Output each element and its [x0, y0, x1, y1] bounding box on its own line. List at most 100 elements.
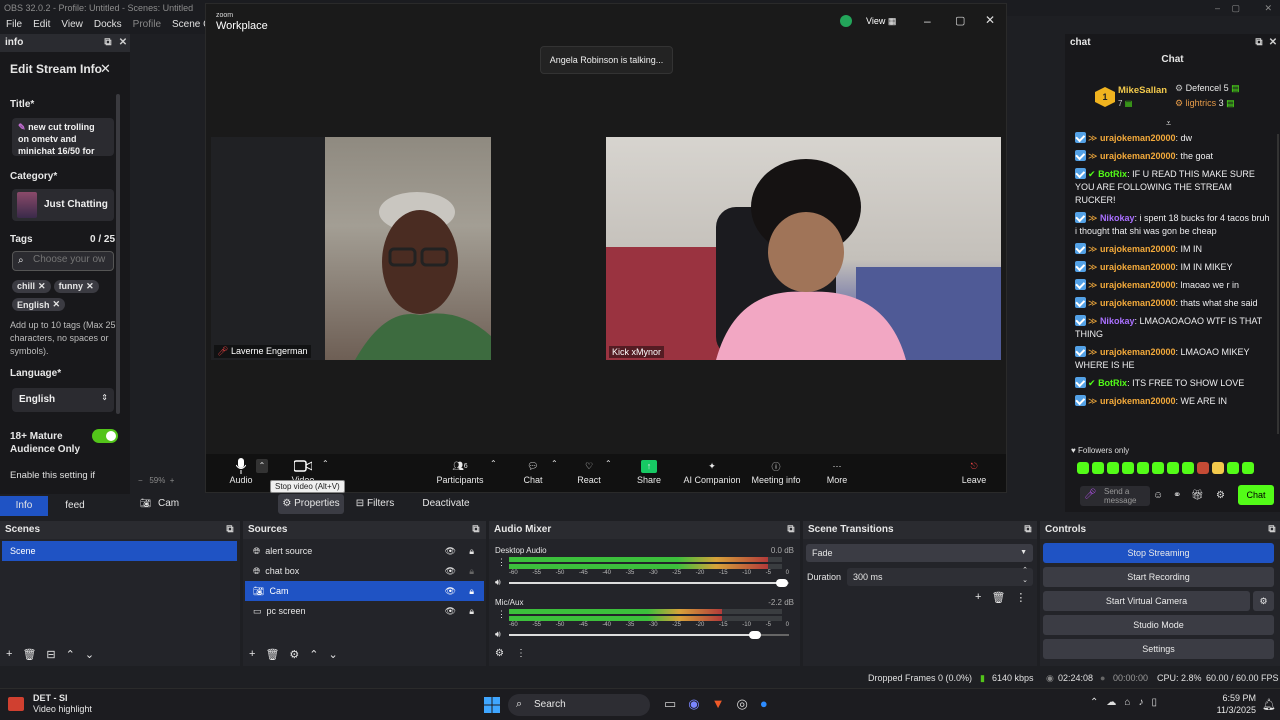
gear-icon[interactable]: ⚙	[1216, 490, 1225, 501]
meeting-info-button[interactable]: ⓘ Meeting info	[741, 457, 811, 486]
clock-time[interactable]: 6:59 PM	[1206, 693, 1256, 703]
chat-username[interactable]: urajokeman20000	[1100, 347, 1176, 357]
maximize-icon[interactable]: ▢	[1231, 0, 1240, 16]
emote-icon[interactable]	[1077, 462, 1089, 474]
lock-icon[interactable]: 🔒︎	[469, 581, 474, 601]
menu-icon[interactable]: ⋮	[497, 557, 506, 568]
menu-docks[interactable]: Docks	[94, 16, 122, 34]
emote-icon[interactable]	[1137, 462, 1149, 474]
leader-item[interactable]: ⚙ lightrics 3 ▤	[1175, 98, 1235, 109]
video-tile[interactable]: 🎤︎ Laverne Engerman	[211, 137, 491, 360]
title-field[interactable]: ✎ new cut trolling on ometv and minichat…	[12, 118, 114, 156]
brave-icon[interactable]: ▼	[712, 696, 725, 712]
chat-username[interactable]: Nikokay	[1100, 213, 1135, 223]
add-icon[interactable]: +	[6, 648, 12, 661]
tab-info[interactable]: Info	[0, 496, 48, 516]
transition-select[interactable]: Fade ▼	[806, 544, 1033, 562]
lock-icon[interactable]: 🔒︎	[469, 601, 474, 621]
windows-start-icon[interactable]	[484, 697, 500, 713]
chevron-up-icon[interactable]: ⌃	[490, 459, 497, 468]
source-item[interactable]: 🌐︎ chat box 👁︎ 🔒︎	[245, 561, 484, 581]
emote-icon[interactable]	[1167, 462, 1179, 474]
source-item[interactable]: 📷︎ Cam 👁︎ 🔒︎	[245, 581, 484, 601]
menu-file[interactable]: File	[6, 16, 22, 34]
view-button[interactable]: View ▦	[866, 16, 896, 27]
trash-icon[interactable]: 🗑︎	[265, 648, 279, 661]
tab-feed[interactable]: feed	[50, 496, 100, 516]
filters-button[interactable]: ⊟ Filters	[352, 494, 398, 514]
bell-icon[interactable]: 🔔︎	[1262, 698, 1276, 711]
lock-icon[interactable]: 🔒︎	[469, 541, 474, 561]
share-button[interactable]: ↑ Share	[614, 457, 684, 485]
undock-icon[interactable]: ⧉	[470, 524, 482, 536]
eye-icon[interactable]: 👁︎	[445, 581, 456, 601]
cloud-icon[interactable]: ☁	[1106, 697, 1116, 708]
close-icon[interactable]: ✕	[86, 281, 94, 292]
undock-icon[interactable]: ⧉	[785, 524, 797, 536]
battery-icon[interactable]: ▯	[1151, 697, 1157, 708]
more-button[interactable]: ⋯ More	[802, 457, 872, 486]
emote-icon[interactable]	[1242, 462, 1254, 474]
settings-button[interactable]: Settings	[1043, 639, 1274, 659]
file-explorer-icon[interactable]: ▭	[664, 696, 676, 712]
chat-username[interactable]: BotRix	[1098, 169, 1127, 179]
tag-chip[interactable]: English ✕	[12, 298, 66, 311]
lock-icon[interactable]: 🔒︎	[469, 561, 474, 581]
leader-name[interactable]: MikeSallan	[1118, 85, 1167, 96]
tags-search[interactable]: ⌕	[12, 251, 114, 271]
emote-icon[interactable]	[1092, 462, 1104, 474]
add-icon[interactable]: +	[249, 648, 255, 661]
trash-icon[interactable]: 🗑︎	[22, 648, 36, 661]
chat-username[interactable]: urajokeman20000	[1100, 298, 1176, 308]
start-recording-button[interactable]: Start Recording	[1043, 567, 1274, 587]
eye-icon[interactable]: 👁︎	[445, 601, 456, 621]
video-tile[interactable]: Kick xMynor	[606, 137, 1001, 360]
category-field[interactable]: Just Chatting	[12, 189, 114, 221]
gear-icon[interactable]: ⚙	[495, 648, 504, 659]
speaker-icon[interactable]: 🔊︎	[495, 577, 501, 588]
volume-handle[interactable]	[776, 579, 788, 587]
emote-icon[interactable]	[1122, 462, 1134, 474]
trash-icon[interactable]: 🗑︎	[991, 591, 1005, 604]
eye-icon[interactable]: 👁︎	[445, 541, 456, 561]
chat-username[interactable]: urajokeman20000	[1100, 151, 1176, 161]
arrow-down-icon[interactable]: ⌄	[329, 648, 338, 661]
app-name[interactable]: DET - SI	[33, 693, 68, 703]
app-icon[interactable]	[8, 697, 24, 711]
stop-streaming-button[interactable]: Stop Streaming	[1043, 543, 1274, 563]
emote-icon[interactable]	[1182, 462, 1194, 474]
chevron-up-icon[interactable]: ⌃	[605, 459, 612, 468]
chevron-up-icon[interactable]: ⌃	[1090, 697, 1098, 708]
minimize-icon[interactable]: –	[1215, 0, 1220, 16]
gear-icon[interactable]: ⚙	[289, 648, 299, 661]
tag-chip[interactable]: chill ✕	[12, 279, 51, 293]
mature-toggle[interactable]	[92, 429, 118, 443]
close-icon[interactable]: ✕	[38, 281, 46, 292]
source-item[interactable]: 🌐︎ alert source 👁︎ 🔒︎	[245, 541, 484, 561]
participants-button[interactable]: 👥︎ 6 Participants	[425, 457, 495, 486]
close-icon[interactable]: ✕	[117, 37, 129, 49]
send-chat-button[interactable]: Chat	[1238, 485, 1274, 505]
scene-item[interactable]: Scene	[2, 541, 237, 561]
undock-icon[interactable]: ⧉	[102, 37, 114, 49]
chat-input[interactable]: 🎤︎ Send a message	[1080, 486, 1150, 506]
close-icon[interactable]: ✕	[100, 61, 111, 77]
emoji-icon[interactable]: ☺	[1153, 490, 1163, 501]
properties-button[interactable]: ⚙ Properties	[278, 494, 344, 514]
studio-mode-button[interactable]: Studio Mode	[1043, 615, 1274, 635]
chat-username[interactable]: urajokeman20000	[1100, 244, 1176, 254]
chevron-up-icon[interactable]: ⌃	[256, 459, 268, 473]
emote-icon[interactable]	[1197, 462, 1209, 474]
tags-input[interactable]	[33, 254, 111, 265]
chat-username[interactable]: urajokeman20000	[1100, 262, 1176, 272]
collapse-icon[interactable]: ⩡	[1166, 118, 1171, 129]
language-select[interactable]: English ⇕	[12, 388, 114, 412]
menu-icon[interactable]: ⋮	[497, 609, 506, 620]
emote-icon[interactable]	[1107, 462, 1119, 474]
close-icon[interactable]: ✕	[1264, 0, 1272, 16]
menu-view[interactable]: View	[61, 16, 83, 34]
gear-icon[interactable]: ⚙	[1253, 591, 1274, 611]
chat-username[interactable]: BotRix	[1098, 378, 1127, 388]
maximize-icon[interactable]: ▢	[955, 14, 965, 27]
chat-username[interactable]: Nikokay	[1100, 316, 1135, 326]
